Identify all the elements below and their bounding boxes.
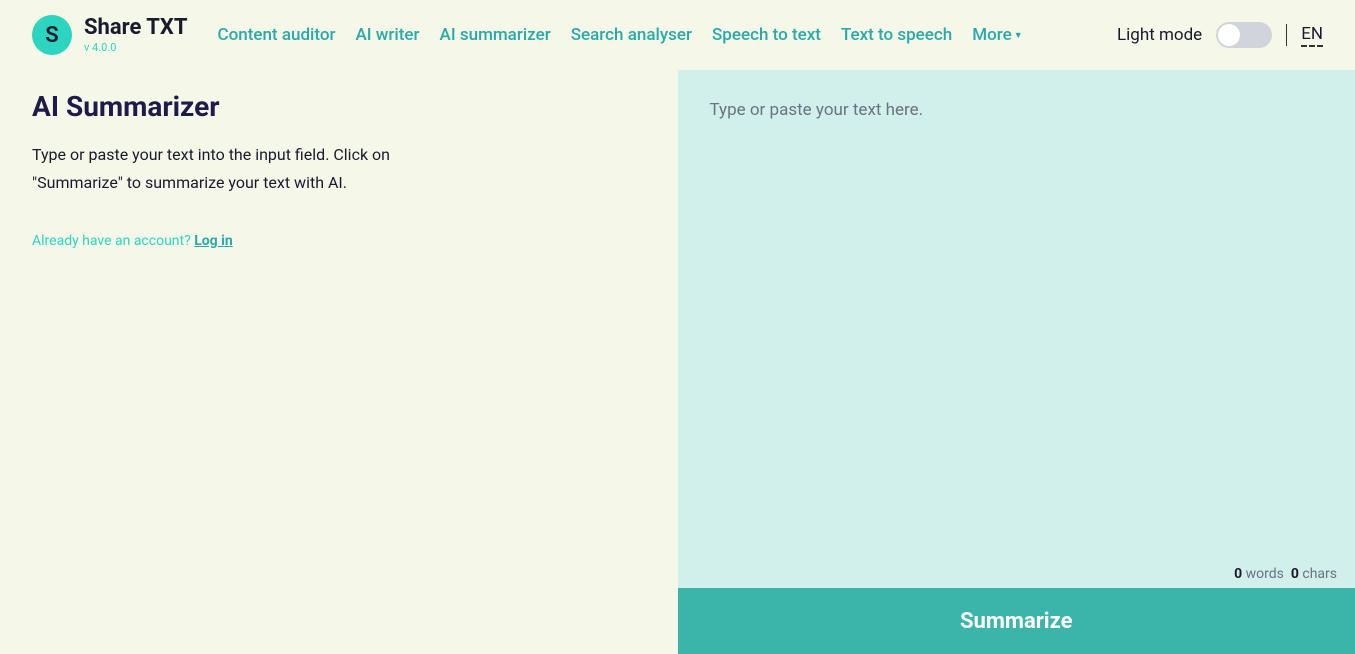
- nav-ai-writer[interactable]: AI writer: [355, 25, 419, 45]
- nav-speech-to-text[interactable]: Speech to text: [712, 25, 821, 45]
- char-word-stats: 0 words 0 chars: [1234, 566, 1337, 582]
- version-label: v 4.0.0: [84, 41, 188, 54]
- nav-search-analyser[interactable]: Search analyser: [571, 25, 692, 45]
- nav-content-auditor[interactable]: Content auditor: [218, 25, 336, 45]
- words-label: words: [1242, 566, 1284, 582]
- text-input[interactable]: [678, 70, 1355, 588]
- nav-more-dropdown[interactable]: More ▼: [972, 25, 1022, 45]
- toggle-handle: [1218, 24, 1240, 46]
- account-prompt: Already have an account? Log in: [32, 233, 646, 249]
- word-count-value: 0: [1234, 566, 1242, 582]
- chars-label: chars: [1299, 566, 1337, 582]
- account-prompt-text: Already have an account?: [32, 233, 194, 249]
- page-description: Type or paste your text into the input f…: [32, 141, 452, 197]
- char-count-value: 0: [1291, 566, 1299, 582]
- theme-mode-label: Light mode: [1117, 25, 1202, 45]
- summarize-button[interactable]: Summarize: [678, 588, 1355, 654]
- nav-ai-summarizer[interactable]: AI summarizer: [440, 25, 551, 45]
- nav-more-label: More: [972, 25, 1011, 45]
- chevron-down-icon: ▼: [1014, 30, 1023, 41]
- main-nav: Content auditor AI writer AI summarizer …: [218, 25, 1118, 45]
- logo-icon: S: [32, 15, 72, 55]
- theme-toggle[interactable]: [1216, 22, 1272, 48]
- app-name: Share TXT: [84, 16, 188, 40]
- language-selector[interactable]: EN: [1301, 24, 1323, 47]
- login-link[interactable]: Log in: [194, 233, 233, 249]
- logo-section[interactable]: S Share TXT v 4.0.0: [32, 15, 188, 55]
- divider: [1286, 24, 1287, 46]
- nav-text-to-speech[interactable]: Text to speech: [841, 25, 952, 45]
- page-title: AI Summarizer: [32, 90, 646, 123]
